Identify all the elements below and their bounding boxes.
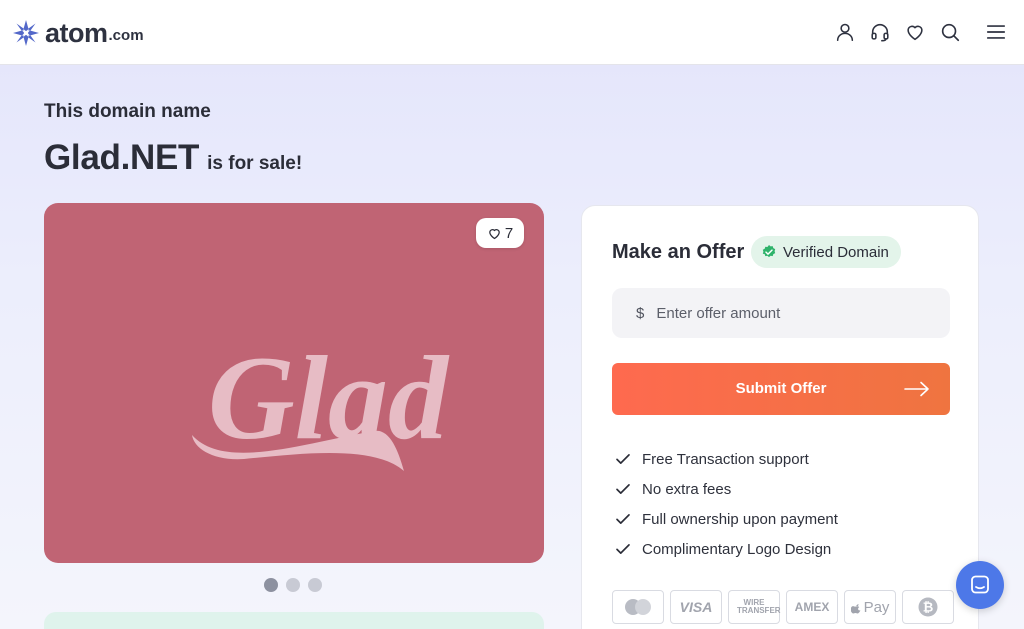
like-count: 7	[504, 224, 514, 242]
wire-transfer-icon: WIRE TRANSFER	[728, 590, 781, 624]
site-header: atom .com	[0, 0, 1024, 65]
search-icon[interactable]	[939, 21, 961, 43]
checkmark-icon	[616, 484, 630, 494]
verified-check-icon	[762, 245, 776, 258]
heart-icon[interactable]	[904, 21, 926, 43]
feature-item: No extra fees	[614, 474, 838, 504]
headset-icon[interactable]	[869, 21, 891, 43]
verified-label: Verified Domain	[783, 243, 889, 261]
atom-star-icon	[13, 20, 39, 46]
slide-dots	[264, 578, 322, 592]
hero-headline: Glad.NET is for sale!	[44, 138, 302, 178]
logo-tld: .com	[108, 27, 144, 44]
mastercard-icon	[612, 590, 664, 624]
apple-pay-icon: Pay	[844, 590, 896, 624]
chat-icon	[971, 575, 989, 594]
feature-item: Complimentary Logo Design	[614, 534, 838, 564]
chat-launcher-button[interactable]	[956, 561, 1004, 609]
like-button[interactable]: 7	[476, 218, 524, 248]
heart-outline-icon	[489, 228, 500, 239]
submit-offer-button[interactable]: Submit Offer	[612, 363, 950, 415]
info-card-peek	[44, 612, 544, 629]
payment-methods: VISA WIRE TRANSFER AMEX Pay ₿	[612, 590, 954, 624]
svg-text:₿: ₿	[923, 600, 934, 615]
feature-label: Full ownership upon payment	[642, 510, 838, 528]
amex-card-icon: AMEX	[786, 590, 838, 624]
slide-dot-3[interactable]	[308, 578, 322, 592]
for-sale-text: is for sale!	[207, 153, 303, 174]
feature-item: Full ownership upon payment	[614, 504, 838, 534]
domain-logo-image: Glad	[192, 331, 450, 471]
menu-icon[interactable]	[985, 21, 1007, 43]
checkmark-icon	[616, 544, 630, 554]
checkmark-icon	[616, 514, 630, 524]
feature-item: Free Transaction support	[614, 444, 838, 474]
checkmark-icon	[616, 454, 630, 464]
offer-amount-field[interactable]: $	[612, 288, 950, 338]
submit-offer-label: Submit Offer	[735, 380, 827, 397]
visa-label: VISA	[679, 599, 713, 615]
offer-title: Make an Offer	[612, 241, 745, 263]
apple-icon	[850, 603, 860, 614]
offer-features-list: Free Transaction support No extra fees F…	[614, 444, 838, 564]
atom-logo[interactable]: atom .com	[12, 16, 144, 50]
offer-amount-input[interactable]	[656, 304, 937, 322]
offer-panel: Make an Offer Verified Domain $ Submit O…	[581, 205, 979, 629]
visa-card-icon: VISA	[670, 590, 722, 624]
domain-logo-card[interactable]: Glad	[44, 203, 544, 563]
apple-pay-label: Pay	[863, 598, 890, 616]
slide-dot-2[interactable]	[286, 578, 300, 592]
wire-transfer-label: WIRE TRANSFER	[737, 598, 781, 615]
verified-domain-badge: Verified Domain	[751, 236, 901, 268]
domain-name: Glad.NET	[44, 138, 200, 177]
feature-label: Free Transaction support	[642, 450, 809, 468]
arrow-right-icon	[904, 381, 929, 397]
feature-label: Complimentary Logo Design	[642, 540, 832, 558]
amex-label: AMEX	[794, 600, 830, 614]
feature-label: No extra fees	[642, 480, 732, 498]
hero-kicker: This domain name	[44, 101, 211, 122]
slide-dot-1[interactable]	[264, 578, 278, 592]
bitcoin-icon: ₿	[902, 590, 954, 624]
currency-symbol: $	[636, 304, 645, 322]
logo-text: atom	[45, 18, 108, 48]
user-icon[interactable]	[834, 21, 856, 43]
